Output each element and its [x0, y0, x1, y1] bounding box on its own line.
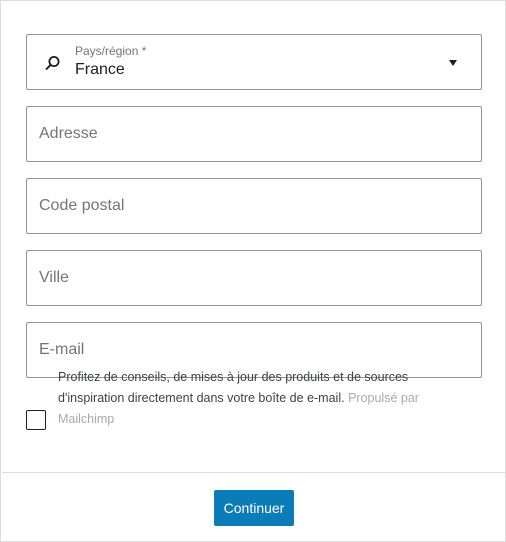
country-region-value: France — [75, 61, 125, 78]
country-region-select[interactable]: Pays/région * France — [26, 34, 482, 90]
marketing-consent-checkbox[interactable] — [26, 410, 46, 430]
address-field-wrapper — [26, 106, 482, 162]
postal-code-field-wrapper — [26, 178, 482, 234]
search-icon — [45, 56, 60, 70]
country-region-label: Pays/région * — [75, 44, 147, 58]
caret-down-icon[interactable] — [449, 60, 457, 66]
address-input[interactable] — [27, 107, 481, 161]
continue-button[interactable]: Continuer — [214, 490, 294, 526]
footer-divider — [2, 472, 506, 473]
checkout-form-panel: Pays/région * France Profitez de conseil… — [0, 0, 506, 542]
marketing-consent-text: Profitez de conseils, de mises à jour de… — [58, 367, 453, 430]
city-input[interactable] — [27, 251, 481, 305]
city-field-wrapper — [26, 250, 482, 306]
postal-code-input[interactable] — [27, 179, 481, 233]
